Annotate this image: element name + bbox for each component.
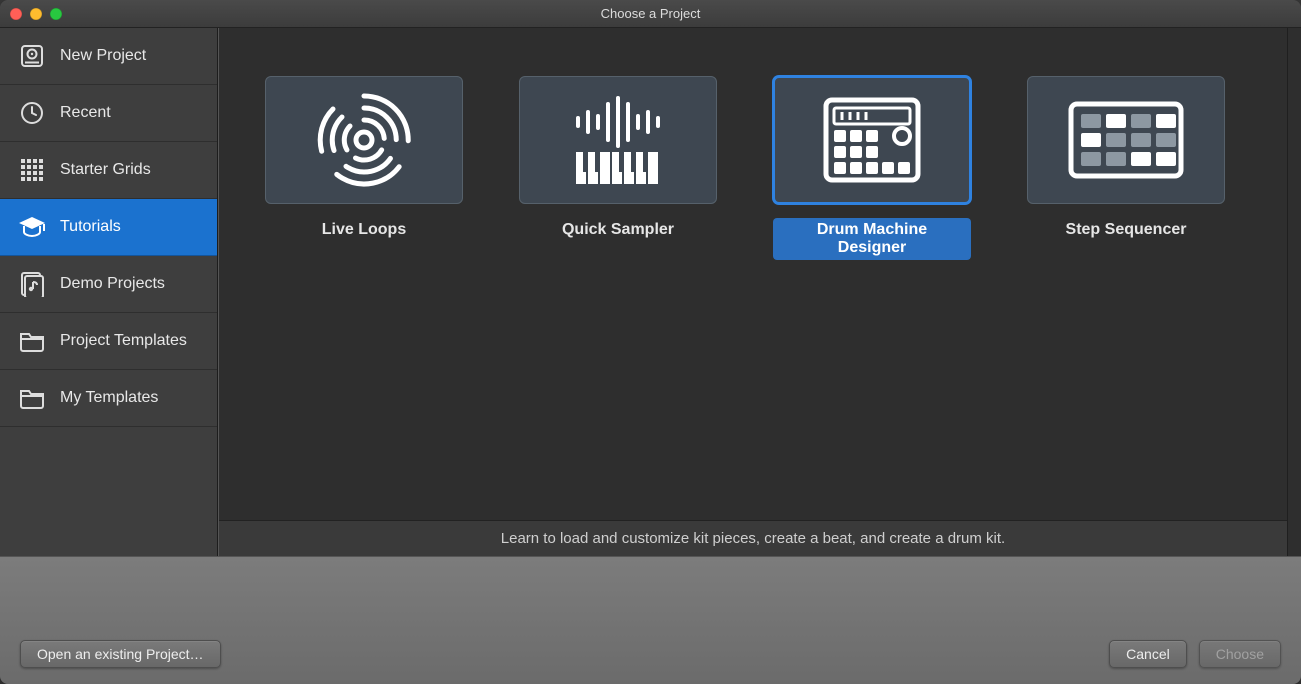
sidebar: New Project Recent Starter Grids bbox=[0, 28, 218, 556]
content-area: Live Loops bbox=[218, 28, 1287, 556]
sidebar-item-starter-grids[interactable]: Starter Grids bbox=[0, 142, 217, 199]
sidebar-item-label: My Templates bbox=[60, 389, 158, 407]
tile-live-loops[interactable]: Live Loops bbox=[265, 76, 463, 260]
close-window-button[interactable] bbox=[10, 8, 22, 20]
sidebar-item-project-templates[interactable]: Project Templates bbox=[0, 313, 217, 370]
folder-icon bbox=[18, 327, 46, 355]
sidebar-item-label: New Project bbox=[60, 47, 146, 65]
music-document-icon bbox=[18, 270, 46, 298]
window-controls bbox=[10, 8, 62, 20]
tile-step-sequencer[interactable]: Step Sequencer bbox=[1027, 76, 1225, 260]
template-description: Learn to load and customize kit pieces, … bbox=[219, 520, 1287, 556]
tile-drum-machine-designer[interactable]: Drum Machine Designer bbox=[773, 76, 971, 260]
sidebar-item-label: Recent bbox=[60, 104, 111, 122]
minimize-window-button[interactable] bbox=[30, 8, 42, 20]
template-grid: Live Loops bbox=[219, 28, 1287, 520]
tile-label: Live Loops bbox=[314, 218, 414, 242]
tile-thumb bbox=[265, 76, 463, 204]
tile-quick-sampler[interactable]: Quick Sampler bbox=[519, 76, 717, 260]
sidebar-item-label: Demo Projects bbox=[60, 275, 165, 293]
titlebar: Choose a Project bbox=[0, 0, 1301, 28]
sidebar-item-tutorials[interactable]: Tutorials bbox=[0, 199, 217, 256]
quick-sampler-icon bbox=[558, 90, 678, 190]
choose-button[interactable]: Choose bbox=[1199, 640, 1281, 668]
sidebar-item-label: Project Templates bbox=[60, 332, 187, 350]
sidebar-item-demo-projects[interactable]: Demo Projects bbox=[0, 256, 217, 313]
sidebar-item-recent[interactable]: Recent bbox=[0, 85, 217, 142]
tile-thumb bbox=[1027, 76, 1225, 204]
vertical-scrollbar[interactable] bbox=[1287, 28, 1301, 556]
folder-icon bbox=[18, 384, 46, 412]
grid-icon bbox=[18, 156, 46, 184]
step-sequencer-icon bbox=[1061, 90, 1191, 190]
window-title: Choose a Project bbox=[0, 6, 1301, 21]
sidebar-item-label: Starter Grids bbox=[60, 161, 151, 179]
footer: Open an existing Project… Cancel Choose bbox=[0, 556, 1301, 684]
tile-label: Step Sequencer bbox=[1058, 218, 1195, 242]
tile-thumb bbox=[773, 76, 971, 204]
zoom-window-button[interactable] bbox=[50, 8, 62, 20]
sidebar-item-label: Tutorials bbox=[60, 218, 121, 236]
main-area: New Project Recent Starter Grids bbox=[0, 28, 1301, 556]
sidebar-item-new-project[interactable]: New Project bbox=[0, 28, 217, 85]
tile-label: Quick Sampler bbox=[554, 218, 682, 242]
project-chooser-window: Choose a Project New Project Recent bbox=[0, 0, 1301, 684]
drum-machine-icon bbox=[812, 90, 932, 190]
hard-drive-icon bbox=[18, 42, 46, 70]
tile-label: Drum Machine Designer bbox=[773, 218, 971, 260]
sidebar-item-my-templates[interactable]: My Templates bbox=[0, 370, 217, 427]
tile-thumb bbox=[519, 76, 717, 204]
open-existing-project-button[interactable]: Open an existing Project… bbox=[20, 640, 221, 668]
live-loops-icon bbox=[314, 90, 414, 190]
clock-icon bbox=[18, 99, 46, 127]
cancel-button[interactable]: Cancel bbox=[1109, 640, 1187, 668]
graduation-cap-icon bbox=[18, 213, 46, 241]
